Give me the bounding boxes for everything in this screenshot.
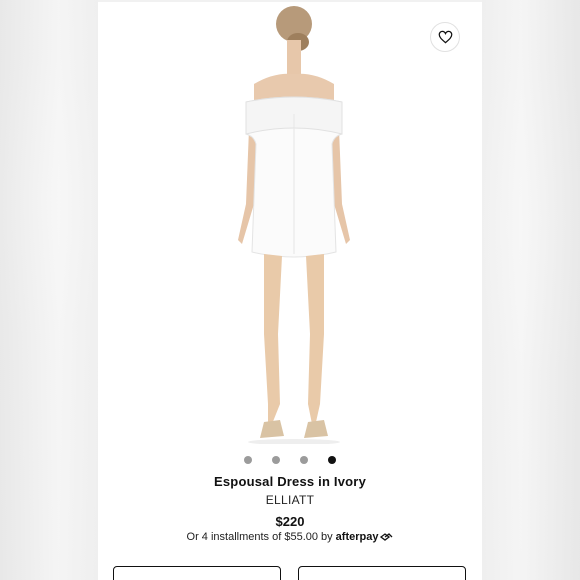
- product-brand[interactable]: ELLIATT: [98, 493, 482, 507]
- favorite-button[interactable]: [430, 22, 460, 52]
- product-image[interactable]: [98, 2, 482, 447]
- gallery-dot-active[interactable]: [328, 456, 336, 464]
- gallery-dot[interactable]: [300, 456, 308, 464]
- heart-icon: [438, 30, 452, 44]
- gallery-dot[interactable]: [272, 456, 280, 464]
- model-photo: [238, 6, 350, 444]
- gallery-pagination: [98, 456, 482, 466]
- secondary-action-button[interactable]: [113, 566, 281, 580]
- afterpay-arrows-icon: [380, 533, 393, 541]
- primary-action-button[interactable]: [298, 566, 466, 580]
- afterpay-label: afterpay: [335, 531, 379, 543]
- product-panel: Espousal Dress in Ivory ELLIATT $220 Or …: [98, 0, 482, 580]
- product-title: Espousal Dress in Ivory: [214, 474, 366, 489]
- product-price: $220: [275, 514, 305, 529]
- installments-info: Or 4 installments of $55.00 by afterpay: [98, 531, 482, 543]
- afterpay-logo[interactable]: afterpay: [336, 531, 394, 543]
- gallery-dot[interactable]: [244, 456, 252, 464]
- installments-text: Or 4 installments of $55.00 by: [186, 531, 333, 543]
